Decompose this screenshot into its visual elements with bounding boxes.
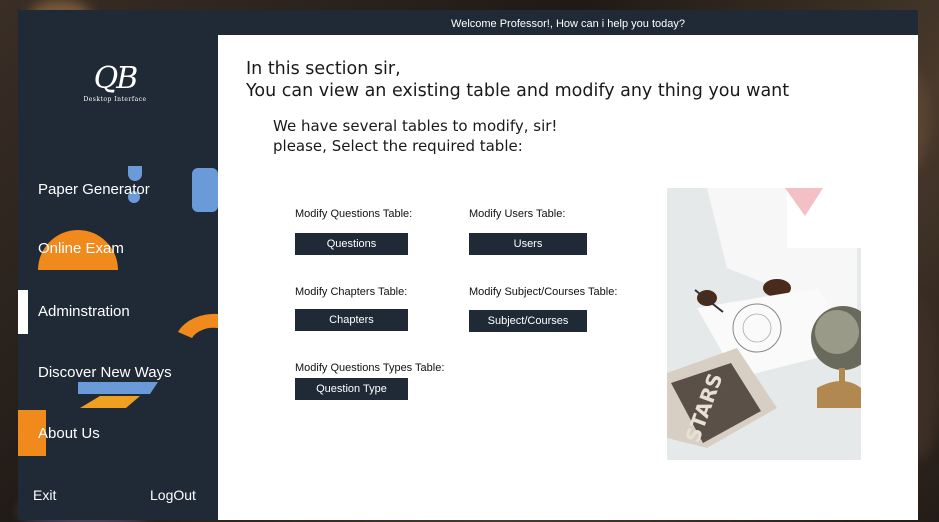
app-logo: QB Desktop Interface [80, 62, 150, 112]
page-heading: In this section sir, You can view an exi… [246, 58, 789, 102]
sidebar-item-discover-new-ways[interactable]: Discover New Ways [38, 361, 172, 385]
questions-button[interactable]: Questions [295, 233, 408, 255]
sidebar-item-paper-generator[interactable]: Paper Generator [38, 178, 150, 202]
illustration-photo: STARS [667, 188, 861, 460]
question-types-table-label: Modify Questions Types Table: [295, 362, 445, 374]
sidebar: QB Desktop Interface Paper Generator Onl… [18, 10, 218, 520]
chapters-table-label: Modify Chapters Table: [295, 286, 408, 298]
main-content: In this section sir, You can view an exi… [218, 35, 918, 520]
questions-table-label: Modify Questions Table: [295, 208, 413, 220]
logo-mark: QB [93, 61, 139, 96]
sidebar-item-about-us[interactable]: About Us [38, 422, 100, 446]
sidebar-item-online-exam[interactable]: Online Exam [38, 237, 124, 261]
users-table-label: Modify Users Table: [469, 208, 566, 220]
subheading-line-2: please, Select the required table: [273, 137, 523, 155]
users-button[interactable]: Users [469, 233, 587, 255]
active-indicator [18, 290, 28, 334]
logo-subtitle: Desktop Interface [83, 96, 147, 103]
logout-button[interactable]: LogOut [150, 483, 196, 507]
subheading-line-1: We have several tables to modify, sir! [273, 117, 558, 135]
sidebar-item-adminstration[interactable]: Adminstration [38, 300, 130, 324]
question-type-button[interactable]: Question Type [295, 378, 408, 400]
subjects-table-label: Modify Subject/Courses Table: [469, 286, 618, 298]
subjects-button[interactable]: Subject/Courses [469, 310, 587, 332]
exit-button[interactable]: Exit [33, 483, 56, 507]
chapters-button[interactable]: Chapters [295, 309, 408, 331]
heading-line-1: In this section sir, [246, 59, 401, 79]
student-studying-image: STARS [667, 188, 861, 460]
page-subheading: We have several tables to modify, sir! p… [273, 116, 557, 156]
title-bar: Welcome Professor!, How can i help you t… [218, 10, 918, 35]
heading-line-2: You can view an existing table and modif… [246, 81, 790, 101]
app-window: QB Desktop Interface Paper Generator Onl… [18, 10, 918, 520]
